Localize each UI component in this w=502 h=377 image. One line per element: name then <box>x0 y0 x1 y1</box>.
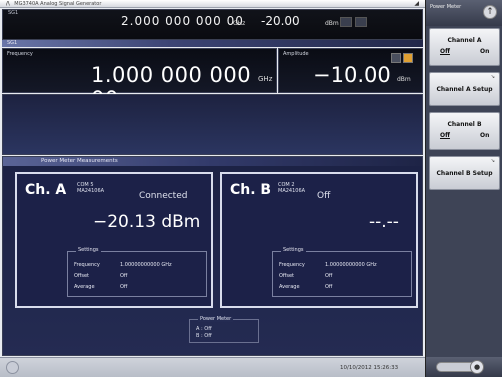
power-meter-summary: Power Meter A : Off B : Off <box>189 316 259 343</box>
menu-title: Power Meter ↑ <box>426 0 502 26</box>
power-meter-measurements: Power Meter Measurements Ch. A COM 5 MA2… <box>2 156 423 356</box>
setting-value: Off <box>120 284 128 290</box>
channel-a-setup-button[interactable]: ↘ Channel A Setup <box>429 72 500 106</box>
sensor-info: COM 5 MA24106A <box>77 182 104 194</box>
window-title: MG3740A Analog Signal Generator <box>14 1 102 7</box>
anritsu-logo: /\ <box>6 1 10 7</box>
submenu-arrow-icon: ↘ <box>490 158 495 164</box>
frequency-panel[interactable]: Frequency 1.000 000 000 00 GHz <box>2 48 277 111</box>
setting-key: Frequency <box>74 262 100 268</box>
signal-generator-window: /\ MG3740A Analog Signal Generator ◢ SG1… <box>0 0 502 377</box>
soft-key-menu: Power Meter ↑ Channel A Off On ↘ Channel… <box>425 0 502 377</box>
settings-title: Settings <box>76 247 101 253</box>
rf-on-icon[interactable] <box>403 53 413 63</box>
key-label: Channel B <box>447 121 482 128</box>
key-off-option: Off <box>440 132 450 139</box>
frequency-label: Frequency <box>7 51 33 57</box>
summary-channel-a: A : Off <box>196 326 212 332</box>
key-label: Channel A Setup <box>436 86 493 93</box>
frequency-unit: GHz <box>258 75 273 83</box>
topbar-frequency: 2.000 000 000 00 <box>121 14 244 28</box>
power-reading: --.-- <box>369 212 399 232</box>
sensor-model: MA24106A <box>77 188 105 194</box>
setting-key: Offset <box>279 273 295 279</box>
sg1-bar: SG1 <box>2 40 423 47</box>
channel-a-toggle[interactable]: Channel A Off On <box>429 28 500 66</box>
summary-title: Power Meter <box>198 316 234 322</box>
amplitude-label: Amplitude <box>283 51 309 57</box>
rf-indicator-icon <box>355 17 367 27</box>
settings-box: Settings Frequency 1.00000000000 GHz Offs… <box>272 247 412 297</box>
datetime: 10/10/2012 15:26:33 <box>340 365 399 371</box>
setting-key: Frequency <box>279 262 305 268</box>
title-bar: /\ MG3740A Analog Signal Generator ◢ <box>0 0 425 8</box>
status-bar: 10/10/2012 15:26:33 <box>0 357 425 377</box>
menu-up-icon[interactable]: ↑ <box>483 5 497 19</box>
setting-key: Average <box>74 284 95 290</box>
summary-channel-b: B : Off <box>196 333 212 339</box>
setting-value: Off <box>325 273 333 279</box>
minimize-icon[interactable]: ◢ <box>414 0 419 8</box>
key-label: Channel A <box>447 37 482 44</box>
sensor-info: COM 2 MA24106A <box>278 182 305 194</box>
sg-tag: SG1 <box>8 10 19 16</box>
main-area: /\ MG3740A Analog Signal Generator ◢ SG1… <box>0 0 425 377</box>
topbar-amplitude: -20.00 <box>261 14 300 28</box>
output-icon[interactable] <box>391 53 401 63</box>
setting-key: Average <box>279 284 300 290</box>
key-off-option: Off <box>440 48 450 55</box>
key-on-option: On <box>480 48 490 55</box>
connection-status: Connected <box>139 191 188 201</box>
power-meter-title: Power Meter Measurements <box>3 157 422 166</box>
channel-b-panel[interactable]: Ch. B COM 2 MA24106A Off --.-- Settings … <box>220 172 418 308</box>
amplitude-unit: dBm <box>397 76 411 83</box>
sensor-model: MA24106A <box>278 188 306 194</box>
channel-b-setup-button[interactable]: ↘ Channel B Setup <box>429 156 500 190</box>
status-circle-icon[interactable] <box>6 361 19 374</box>
key-on-option: On <box>480 132 490 139</box>
menu-title-label: Power Meter <box>430 4 462 10</box>
amplitude-panel[interactable]: Amplitude −10.00 dBm <box>278 48 423 93</box>
topbar-frequency-unit: GHz <box>233 20 246 27</box>
amplitude-value: −10.00 <box>313 63 391 87</box>
channel-a-panel[interactable]: Ch. A COM 5 MA24106A Connected −20.13 dB… <box>15 172 213 308</box>
menu-knob-icon[interactable]: ● <box>470 360 484 374</box>
setting-value: 1.00000000000 GHz <box>325 262 377 268</box>
topbar-amplitude-unit: dBm <box>325 20 339 27</box>
blank-info-panel <box>2 94 423 155</box>
menu-bottom: ● <box>426 357 502 377</box>
setting-value: 1.00000000000 GHz <box>120 262 172 268</box>
sg2-status-bar[interactable]: SG1 2.000 000 000 00 GHz -20.00 dBm <box>2 9 423 40</box>
sg1-label: SG1 <box>7 40 18 46</box>
channel-b-toggle[interactable]: Channel B Off On <box>429 112 500 150</box>
mod-indicator-icon <box>340 17 352 27</box>
connection-status: Off <box>317 191 331 201</box>
settings-title: Settings <box>281 247 306 253</box>
power-reading: −20.13 dBm <box>93 212 201 232</box>
settings-box: Settings Frequency 1.00000000000 GHz Offs… <box>67 247 207 297</box>
channel-name: Ch. B <box>230 182 272 198</box>
setting-key: Offset <box>74 273 90 279</box>
setting-value: Off <box>120 273 128 279</box>
setting-value: Off <box>325 284 333 290</box>
key-label: Channel B Setup <box>436 170 493 177</box>
channel-name: Ch. A <box>25 182 67 198</box>
submenu-arrow-icon: ↘ <box>490 74 495 80</box>
